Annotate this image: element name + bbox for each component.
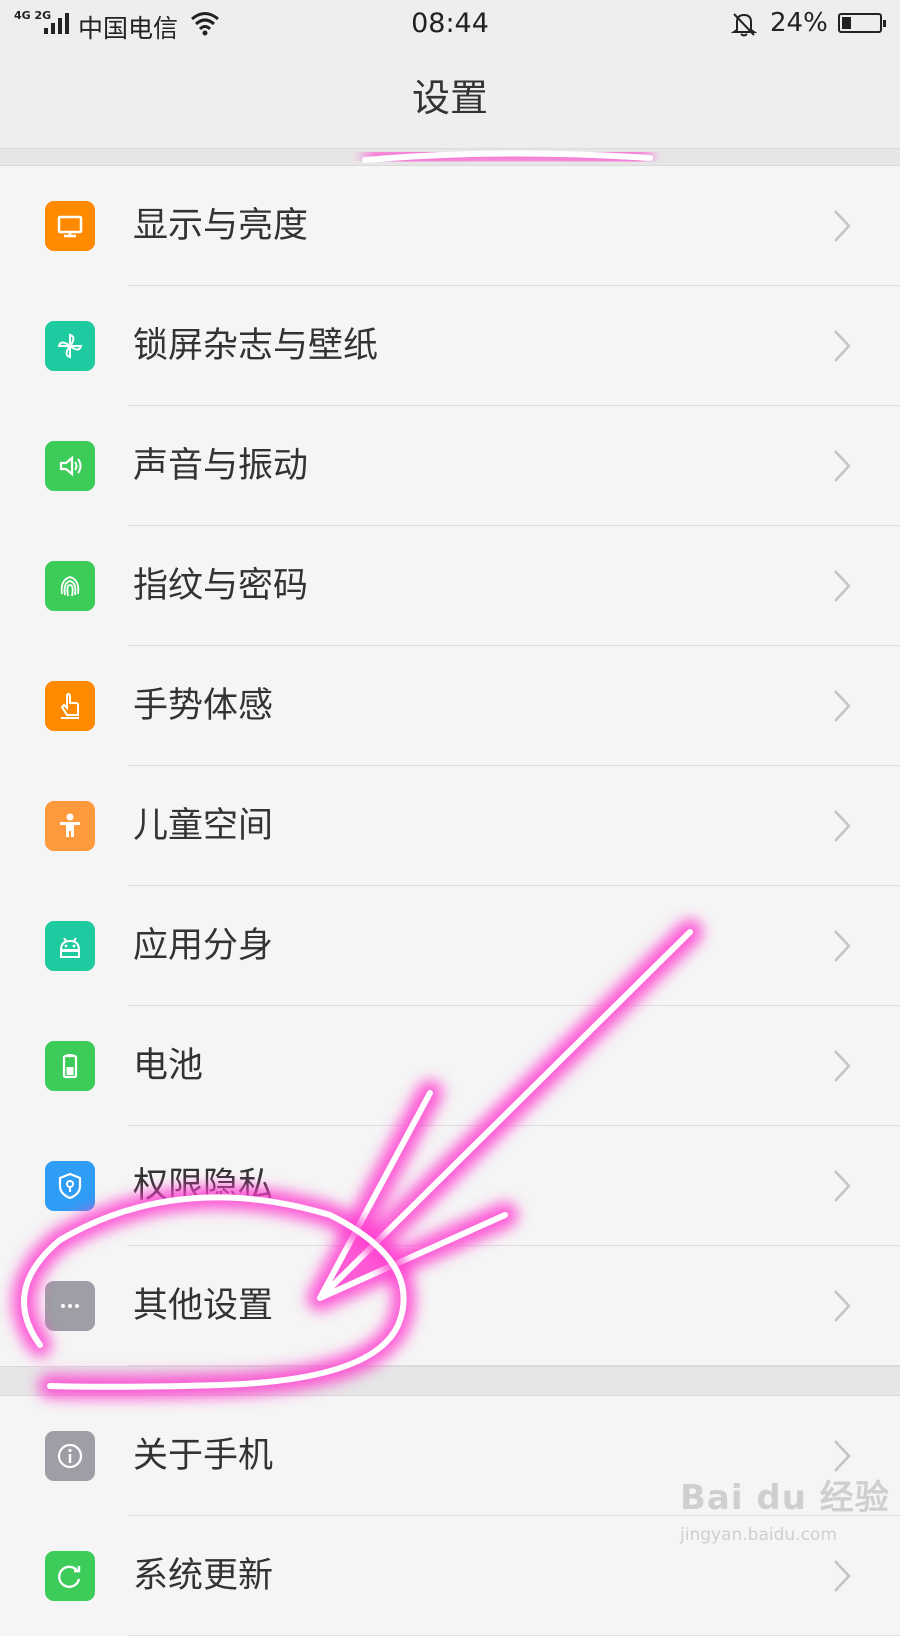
settings-row-label: 系统更新 <box>133 1556 274 1596</box>
settings-row-android-clone[interactable]: 应用分身 <box>0 886 900 1006</box>
chevron-right-icon <box>832 928 852 964</box>
android-clone-icon <box>45 921 95 971</box>
settings-row-label: 权限隐私 <box>133 1166 274 1206</box>
status-bar: 4G 2G 中国电信 08:44 24% <box>0 0 900 48</box>
chevron-right-icon <box>832 568 852 604</box>
chevron-right-icon <box>832 448 852 484</box>
section-divider <box>0 148 900 166</box>
chevron-right-icon <box>832 1048 852 1084</box>
chevron-right-icon <box>832 208 852 244</box>
settings-row-pinwheel[interactable]: 锁屏杂志与壁纸 <box>0 286 900 406</box>
chevron-right-icon <box>832 328 852 364</box>
more-dots-icon <box>45 1281 95 1331</box>
battery-percent: 24% <box>770 8 828 38</box>
settings-row-label: 电池 <box>133 1046 204 1086</box>
settings-row-more-dots[interactable]: 其他设置 <box>0 1246 900 1366</box>
child-icon <box>45 801 95 851</box>
settings-row-fingerprint[interactable]: 指纹与密码 <box>0 526 900 646</box>
settings-row-speaker[interactable]: 声音与振动 <box>0 406 900 526</box>
settings-row-label: 声音与振动 <box>133 446 309 486</box>
shield-icon <box>45 1161 95 1211</box>
battery-icon <box>45 1041 95 1091</box>
settings-row-label: 其他设置 <box>133 1286 274 1326</box>
speaker-icon <box>45 441 95 491</box>
fingerprint-icon <box>45 561 95 611</box>
chevron-right-icon <box>832 1288 852 1324</box>
settings-row-label: 应用分身 <box>133 926 274 966</box>
settings-row-label: 显示与亮度 <box>133 206 309 246</box>
pinwheel-icon <box>45 321 95 371</box>
settings-row-label: 儿童空间 <box>133 806 274 846</box>
baidu-watermark: Bai du 经验 jingyan.baidu.com <box>680 1478 890 1545</box>
clock: 08:44 <box>411 8 489 39</box>
chevron-right-icon <box>832 1168 852 1204</box>
bell-mute-icon <box>730 13 758 37</box>
display-icon <box>45 201 95 251</box>
chevron-right-icon <box>832 808 852 844</box>
settings-row-hand-pointer[interactable]: 手势体感 <box>0 646 900 766</box>
settings-row-child[interactable]: 儿童空间 <box>0 766 900 886</box>
info-icon <box>45 1431 95 1481</box>
hand-pointer-icon <box>45 681 95 731</box>
chevron-right-icon <box>832 688 852 724</box>
settings-row-label: 手势体感 <box>133 686 274 726</box>
chevron-right-icon <box>832 1438 852 1474</box>
section-divider <box>0 1366 900 1396</box>
battery-icon <box>838 13 886 33</box>
settings-row-label: 关于手机 <box>133 1436 274 1476</box>
settings-row-shield[interactable]: 权限隐私 <box>0 1126 900 1246</box>
settings-row-battery[interactable]: 电池 <box>0 1006 900 1126</box>
update-icon <box>45 1551 95 1601</box>
page-header: 设置 <box>0 48 900 148</box>
settings-list-main: 显示与亮度锁屏杂志与壁纸 声音与振动指纹与密码手势体感儿童空间应用分身电池权限隐私… <box>0 166 900 1366</box>
settings-row-display[interactable]: 显示与亮度 <box>0 166 900 286</box>
chevron-right-icon <box>832 1558 852 1594</box>
settings-row-label: 指纹与密码 <box>133 566 309 606</box>
page-title: 设置 <box>411 76 488 120</box>
settings-row-label: 锁屏杂志与壁纸 <box>133 326 379 366</box>
